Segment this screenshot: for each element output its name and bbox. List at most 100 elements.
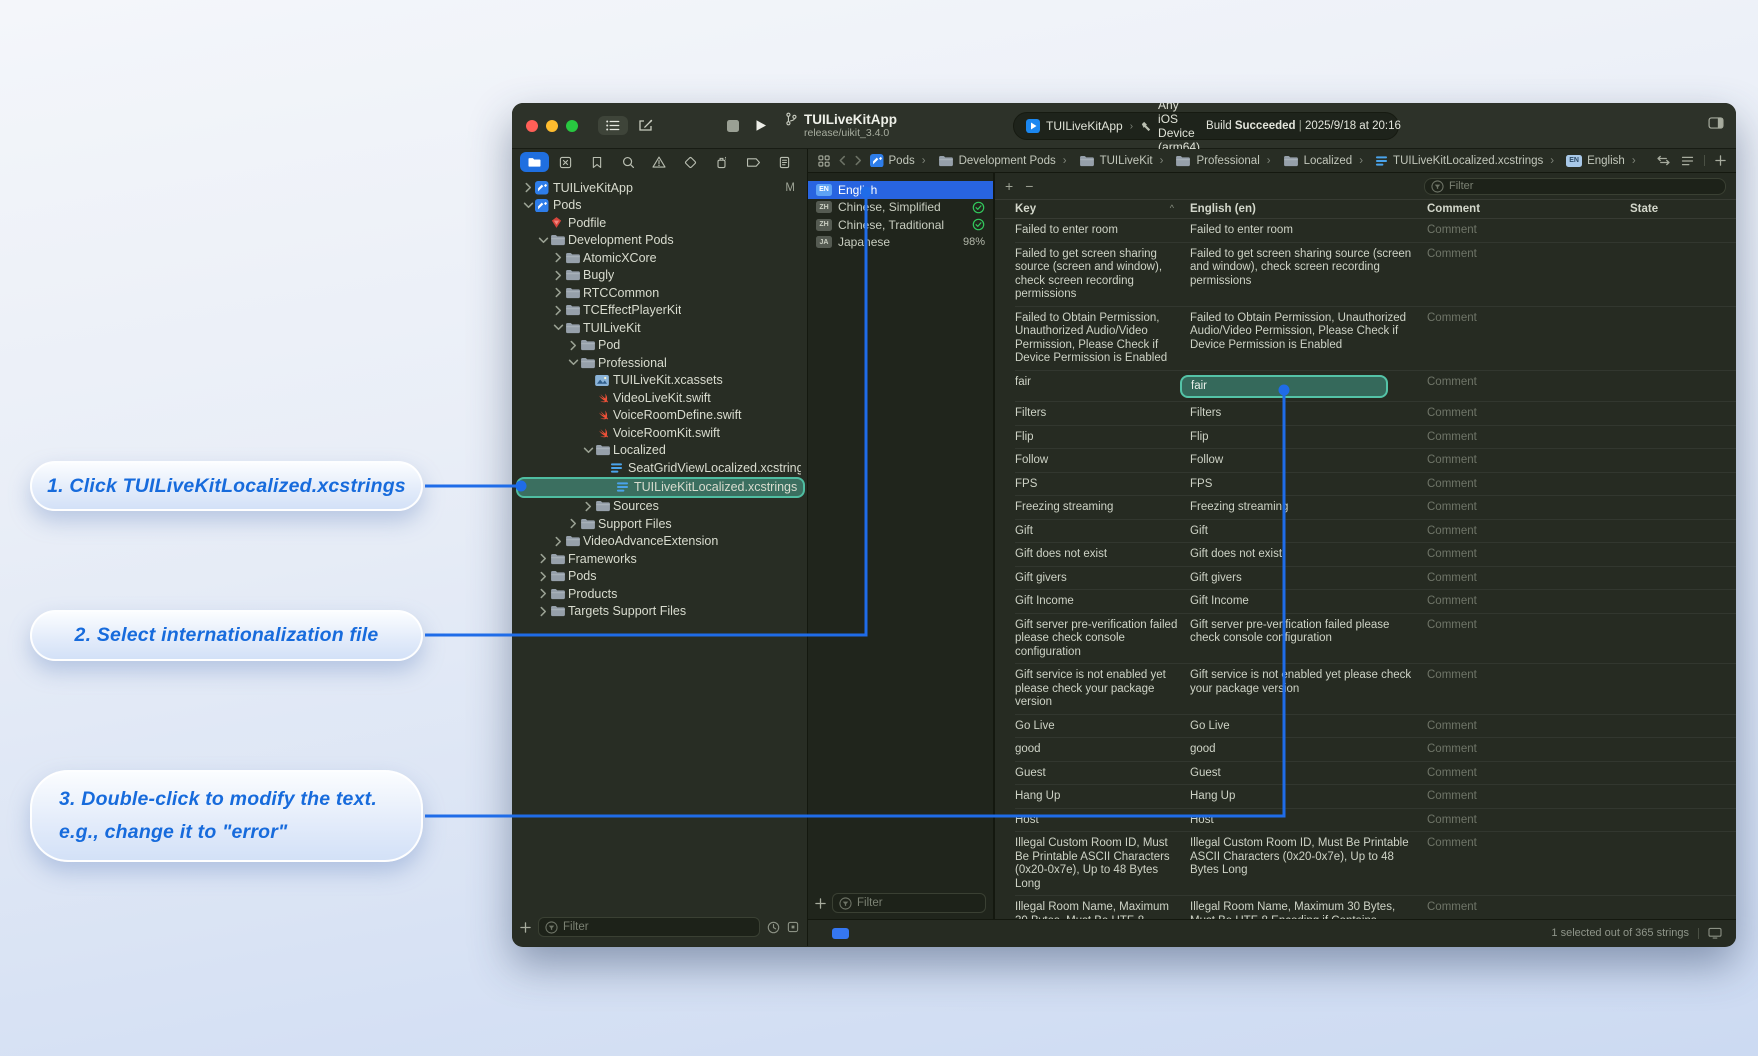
language-row-japanese[interactable]: JAJapanese98% xyxy=(808,234,993,252)
string-row[interactable]: GiftGiftComment xyxy=(995,520,1736,544)
navigator-tab-find[interactable] xyxy=(614,152,643,172)
string-row[interactable]: Gift server pre-verification failed plea… xyxy=(995,614,1736,665)
string-key-cell[interactable]: Hang Up xyxy=(1015,785,1190,809)
tree-item-products[interactable]: Products xyxy=(512,585,807,603)
string-english-cell[interactable]: Gift server pre-verification failed plea… xyxy=(1190,614,1427,665)
string-english-cell[interactable]: Illegal Custom Room ID, Must Be Printabl… xyxy=(1190,832,1427,896)
string-comment-cell[interactable]: Comment xyxy=(1427,590,1630,614)
string-key-cell[interactable]: Gift Income xyxy=(1015,590,1190,614)
string-key-cell[interactable]: good xyxy=(1015,738,1190,762)
breadcrumb-item[interactable]: Click to enter the live room xyxy=(1625,155,1648,167)
tree-item-development-pods[interactable]: Development Pods xyxy=(512,232,807,250)
string-english-cell[interactable]: FPS xyxy=(1190,473,1427,497)
string-row[interactable]: Failed to enter roomFailed to enter room… xyxy=(995,219,1736,243)
string-comment-cell[interactable]: Comment xyxy=(1427,762,1630,786)
breadcrumb-item[interactable]: TUILiveKitLocalized.xcstrings xyxy=(1352,155,1543,167)
string-comment-cell[interactable]: Comment xyxy=(1427,426,1630,450)
string-row[interactable]: Illegal Room Name, Maximum 30 Bytes, Mus… xyxy=(995,896,1736,919)
string-english-cell[interactable]: good xyxy=(1190,738,1427,762)
string-english-cell[interactable]: Gift givers xyxy=(1190,567,1427,591)
back-icon[interactable] xyxy=(839,155,846,166)
add-editor-icon[interactable] xyxy=(1715,155,1726,166)
string-key-cell[interactable]: Host xyxy=(1015,809,1190,833)
string-comment-cell[interactable]: Comment xyxy=(1427,832,1630,896)
string-english-cell[interactable]: Hang Up xyxy=(1190,785,1427,809)
string-comment-cell[interactable]: Comment xyxy=(1427,896,1630,919)
string-english-cell[interactable]: Failed to Obtain Permission, Unauthorize… xyxy=(1190,307,1427,371)
string-key-cell[interactable]: Gift server pre-verification failed plea… xyxy=(1015,614,1190,665)
string-row[interactable]: Failed to Obtain Permission, Unauthorize… xyxy=(995,307,1736,371)
tree-item-rtccommon[interactable]: RTCCommon xyxy=(512,284,807,302)
string-row[interactable]: Go LiveGo LiveComment xyxy=(995,715,1736,739)
string-row[interactable]: HostHostComment xyxy=(995,809,1736,833)
tree-item-frameworks[interactable]: Frameworks xyxy=(512,550,807,568)
tree-item-seatgridviewlocalized-xcstrings[interactable]: SeatGridViewLocalized.xcstrings xyxy=(512,459,807,477)
tree-item-pods[interactable]: Pods xyxy=(512,197,807,215)
string-key-cell[interactable]: Illegal Room Name, Maximum 30 Bytes, Mus… xyxy=(1015,896,1190,919)
navigator-tab-bookmarks[interactable] xyxy=(582,152,611,172)
related-items-icon[interactable] xyxy=(818,155,830,167)
breadcrumb-item[interactable]: Professional xyxy=(1153,155,1260,167)
breadcrumb-item[interactable]: Development Pods xyxy=(915,155,1056,167)
zoom-window-button[interactable] xyxy=(566,120,578,132)
device-preview-icon[interactable] xyxy=(1708,927,1722,939)
string-english-cell[interactable]: Filters xyxy=(1190,402,1427,426)
string-comment-cell[interactable]: Comment xyxy=(1427,496,1630,520)
string-key-cell[interactable]: Failed to Obtain Permission, Unauthorize… xyxy=(1015,307,1190,371)
string-row[interactable]: Gift giversGift giversComment xyxy=(995,567,1736,591)
string-key-cell[interactable]: fair xyxy=(1015,371,1190,403)
string-row[interactable]: fairfairComment xyxy=(995,371,1736,403)
string-comment-cell[interactable]: Comment xyxy=(1427,664,1630,715)
forward-icon[interactable] xyxy=(855,155,862,166)
string-comment-cell[interactable]: Comment xyxy=(1427,219,1630,243)
string-english-cell[interactable]: Guest xyxy=(1190,762,1427,786)
string-row[interactable]: goodgoodComment xyxy=(995,738,1736,762)
highlighted-editing-cell[interactable]: fair xyxy=(1180,375,1388,399)
string-comment-cell[interactable]: Comment xyxy=(1427,449,1630,473)
add-language-icon[interactable] xyxy=(815,898,826,909)
tree-item-videoadvanceextension[interactable]: VideoAdvanceExtension xyxy=(512,533,807,551)
navigator-tab-tests[interactable] xyxy=(676,152,705,172)
string-row[interactable]: FollowFollowComment xyxy=(995,449,1736,473)
string-row[interactable]: FlipFlipComment xyxy=(995,426,1736,450)
inspector-toggle-icon[interactable] xyxy=(1708,117,1724,129)
column-header-english[interactable]: English (en) xyxy=(1190,203,1427,215)
string-key-cell[interactable]: Guest xyxy=(1015,762,1190,786)
destination-name[interactable]: Any iOS Device (arm64) xyxy=(1158,103,1200,154)
string-key-cell[interactable]: Gift service is not enabled yet please c… xyxy=(1015,664,1190,715)
string-key-cell[interactable]: Filters xyxy=(1015,402,1190,426)
add-file-icon[interactable] xyxy=(520,922,531,933)
tree-item-voiceroomkit-swift[interactable]: VoiceRoomKit.swift xyxy=(512,424,807,442)
string-comment-cell[interactable]: Comment xyxy=(1427,520,1630,544)
tree-item-tuilivekitapp[interactable]: TUILiveKitAppM xyxy=(512,179,807,197)
column-header-comment[interactable]: Comment xyxy=(1427,203,1630,215)
navigator-tab-breakpoints[interactable] xyxy=(739,152,768,172)
language-row-chinese-traditional[interactable]: ZHChinese, Traditional xyxy=(808,216,993,234)
string-comment-cell[interactable]: Comment xyxy=(1427,473,1630,497)
tree-item-tceffectplayerkit[interactable]: TCEffectPlayerKit xyxy=(512,302,807,320)
string-english-cell[interactable]: Illegal Room Name, Maximum 30 Bytes, Mus… xyxy=(1190,896,1427,919)
column-header-state[interactable]: State xyxy=(1630,203,1736,215)
string-key-cell[interactable]: Failed to get screen sharing source (scr… xyxy=(1015,243,1190,307)
string-comment-cell[interactable]: Comment xyxy=(1427,738,1630,762)
tree-item-atomicxcore[interactable]: AtomicXCore xyxy=(512,249,807,267)
string-english-cell[interactable]: Flip xyxy=(1190,426,1427,450)
string-english-cell[interactable]: Gift xyxy=(1190,520,1427,544)
string-english-cell[interactable]: Gift does not exist xyxy=(1190,543,1427,567)
string-comment-cell[interactable]: Comment xyxy=(1427,715,1630,739)
language-row-chinese-simplified[interactable]: ZHChinese, Simplified xyxy=(808,199,993,217)
string-english-cell[interactable]: Host xyxy=(1190,809,1427,833)
swap-editor-icon[interactable] xyxy=(1656,155,1671,166)
navigator-tab-reports[interactable] xyxy=(770,152,799,172)
recent-files-icon[interactable] xyxy=(767,921,780,934)
scheme-bar[interactable]: TUILiveKitApp › Any iOS Device (arm64) B… xyxy=(1013,112,1399,140)
string-english-cell[interactable]: Failed to get screen sharing source (scr… xyxy=(1190,243,1427,307)
string-key-cell[interactable]: Gift does not exist xyxy=(1015,543,1190,567)
string-key-cell[interactable]: Freezing streaming xyxy=(1015,496,1190,520)
navigator-tab-issues[interactable] xyxy=(645,152,674,172)
string-english-cell[interactable]: Failed to enter room xyxy=(1190,219,1427,243)
tree-item-voiceroomdefine-swift[interactable]: VoiceRoomDefine.swift xyxy=(512,407,807,425)
tree-item-professional[interactable]: Professional xyxy=(512,354,807,372)
adjust-editor-icon[interactable] xyxy=(1681,156,1694,166)
tree-item-tuilivekit-xcassets[interactable]: TUILiveKit.xcassets xyxy=(512,372,807,390)
